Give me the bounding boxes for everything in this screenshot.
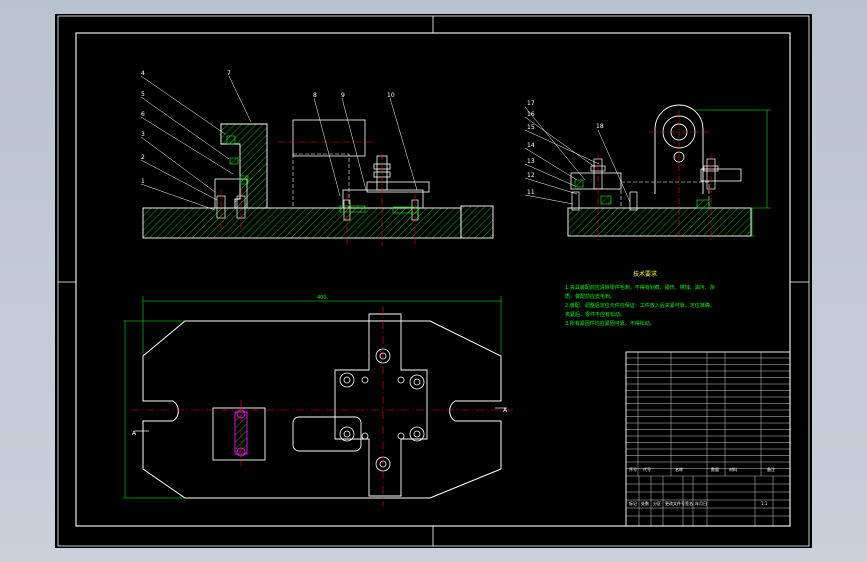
front-balloon: 3 (141, 131, 145, 138)
plan-dimensions (123, 296, 502, 499)
technical-notes: 技术要求 1.夹具装配前应清除零件毛刺，不得有划痕、碰伤、锈蚀、油污、杂 质。装… (565, 270, 715, 327)
bom-header-cell: 代号 (643, 466, 651, 472)
side-view: 17 16 15 14 13 12 11 18 (524, 100, 771, 242)
front-balloon-labels: 4 5 6 3 2 1 7 8 9 10 (141, 70, 395, 185)
plan-base-outline (142, 320, 502, 499)
front-balloon: 4 (141, 70, 145, 77)
bom-grid (626, 352, 790, 526)
sheet-border-outer (57, 15, 810, 547)
engineering-drawing: 4 5 6 3 2 1 7 8 9 10 17 16 15 14 13 12 1… (57, 15, 810, 547)
side-bolts (571, 158, 719, 211)
revision-cell: 标记 (629, 500, 637, 506)
sheet-border-inner (75, 32, 791, 527)
front-view: 4 5 6 3 2 1 7 8 9 10 (140, 70, 494, 246)
front-balloon: 10 (387, 92, 395, 99)
side-base-plate (567, 207, 752, 237)
side-balloon: 11 (527, 189, 535, 196)
front-balloon: 9 (341, 92, 345, 99)
plan-section-label-right: A (503, 407, 508, 414)
revision-cell: 更改文件号 (665, 500, 685, 506)
plan-centerlines (131, 306, 513, 506)
front-balloon: 1 (141, 178, 145, 185)
notes-line: 质。装配前应去毛刺。 (565, 293, 615, 300)
front-locator-pad (342, 189, 424, 209)
cad-viewport[interactable]: 4 5 6 3 2 1 7 8 9 10 17 16 15 14 13 12 1… (55, 14, 812, 548)
side-balloon: 15 (527, 124, 535, 131)
notes-line: 夹紧后，零件不应有松动。 (565, 311, 625, 318)
side-hatch-fills (574, 179, 710, 209)
bom-header-cell: 序号 (629, 466, 637, 472)
side-balloon: 13 (527, 158, 535, 165)
side-balloon: 14 (527, 142, 535, 149)
bom-header-cell: 材料 (729, 466, 737, 472)
sheet-center-marks (58, 16, 809, 546)
front-balloon: 7 (227, 70, 231, 77)
revision-cell: 签名 (685, 500, 693, 506)
front-balloon: 8 (313, 92, 317, 99)
notes-line: 1.夹具装配前应清除零件毛刺，不得有划痕、碰伤、锈蚀、油污、杂 (565, 284, 715, 291)
side-balloon: 17 (527, 100, 535, 107)
side-workpiece (620, 181, 710, 209)
bom-header-row: 序号 代号 名称 数量 材料 备注 (629, 466, 775, 472)
scale-cell: 1:1 (761, 501, 768, 506)
front-balloon: 5 (141, 91, 145, 98)
front-base-step (460, 205, 494, 239)
bom-header-cell: 名称 (675, 466, 683, 472)
notes-title: 技术要求 (633, 270, 657, 278)
plan-section-arrows (135, 407, 507, 432)
front-clamp-plate (366, 181, 430, 193)
plan-center-slot (292, 416, 362, 452)
revision-cell: 年月日 (695, 500, 707, 506)
notes-line: 3.所有紧固件均应紧固可靠，不得松动。 (565, 320, 655, 327)
plan-overall-dim: 400 (317, 295, 327, 301)
plan-view: 400 A A (123, 295, 513, 506)
bom-header-cell: 数量 (711, 466, 719, 472)
side-balloon: 16 (527, 111, 535, 118)
front-balloon: 2 (141, 154, 145, 161)
revision-cell: 分区 (653, 500, 661, 506)
side-leader-lines (524, 106, 631, 205)
bom-header-cell: 备注 (767, 466, 775, 472)
revision-cell: 处数 (641, 500, 649, 506)
front-clamp-body (292, 119, 366, 157)
notes-line: 2.装配、调整后定位元件应保证：工件放入后夹紧可靠，定位准确， (565, 302, 715, 309)
title-block-footer: 标记 处数 分区 更改文件号 签名 年月日 1:1 (629, 500, 768, 506)
plan-cross-clamp (334, 313, 428, 497)
front-workpiece (292, 153, 350, 209)
front-balloon: 6 (141, 111, 145, 118)
side-balloon: 18 (596, 123, 604, 130)
side-balloon: 12 (527, 172, 535, 179)
title-block: 序号 代号 名称 数量 材料 备注 标记 处数 分区 更改文件号 签名 年月日 … (625, 351, 791, 527)
